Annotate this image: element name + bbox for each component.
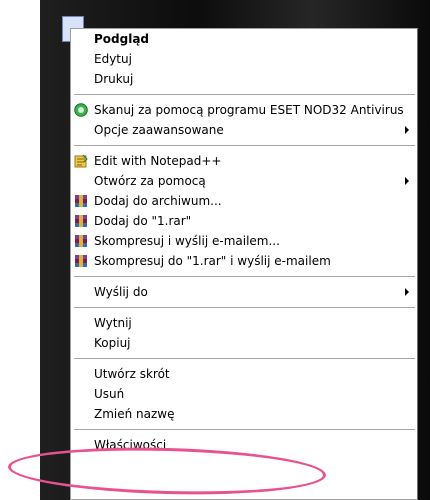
menu-item-label: Dodaj do archiwum... bbox=[94, 194, 222, 208]
menu-item[interactable]: Zmień nazwę bbox=[71, 404, 417, 424]
menu-item[interactable]: Dodaj do "1.rar" bbox=[71, 211, 417, 231]
menu-separator bbox=[74, 145, 415, 146]
menu-item-label: Otwórz za pomocą bbox=[94, 174, 206, 188]
menu-item[interactable]: Usuń bbox=[71, 384, 417, 404]
menu-item-label: Utwórz skrót bbox=[94, 367, 170, 381]
menu-item-label: Drukuj bbox=[94, 72, 134, 86]
menu-separator bbox=[74, 94, 415, 95]
menu-item[interactable]: Utwórz skrót bbox=[71, 364, 417, 384]
menu-item[interactable]: Podgląd bbox=[71, 29, 417, 49]
menu-item-label: Edytuj bbox=[94, 52, 132, 66]
menu-item-label: Kopiuj bbox=[94, 336, 131, 350]
winrar-icon bbox=[74, 194, 88, 208]
menu-item[interactable]: Opcje zaawansowane bbox=[71, 120, 417, 140]
notepad-plus-plus-icon bbox=[74, 154, 88, 168]
menu-separator bbox=[74, 307, 415, 308]
menu-item-label: Wyślij do bbox=[94, 285, 148, 299]
menu-item-label: Skompresuj do "1.rar" i wyślij e-mailem bbox=[94, 254, 331, 268]
menu-item-label: Wytnij bbox=[94, 316, 132, 330]
menu-item[interactable]: Drukuj bbox=[71, 69, 417, 89]
menu-item[interactable]: Wyślij do bbox=[71, 282, 417, 302]
menu-item-label: Skompresuj i wyślij e-mailem... bbox=[94, 234, 280, 248]
menu-separator bbox=[74, 429, 415, 430]
menu-item-label: Skanuj za pomocą programu ESET NOD32 Ant… bbox=[94, 103, 404, 117]
submenu-arrow-icon bbox=[405, 288, 409, 296]
menu-item[interactable]: Wytnij bbox=[71, 313, 417, 333]
menu-item-label: Dodaj do "1.rar" bbox=[94, 214, 192, 228]
menu-item[interactable]: Dodaj do archiwum... bbox=[71, 191, 417, 211]
menu-item-label: Podgląd bbox=[94, 32, 150, 46]
submenu-arrow-icon bbox=[405, 177, 409, 185]
menu-item[interactable]: Otwórz za pomocą bbox=[71, 171, 417, 191]
eset-icon bbox=[74, 103, 88, 117]
menu-item[interactable]: Skompresuj i wyślij e-mailem... bbox=[71, 231, 417, 251]
winrar-icon bbox=[74, 214, 88, 228]
menu-item[interactable]: Skanuj za pomocą programu ESET NOD32 Ant… bbox=[71, 100, 417, 120]
menu-item[interactable]: Edytuj bbox=[71, 49, 417, 69]
menu-item[interactable]: Skompresuj do "1.rar" i wyślij e-mailem bbox=[71, 251, 417, 271]
submenu-arrow-icon bbox=[405, 126, 409, 134]
menu-separator bbox=[74, 276, 415, 277]
menu-item-label: Opcje zaawansowane bbox=[94, 123, 224, 137]
menu-item-label: Usuń bbox=[94, 387, 125, 401]
menu-item-label: Zmień nazwę bbox=[94, 407, 175, 421]
winrar-icon bbox=[74, 234, 88, 248]
menu-separator bbox=[74, 358, 415, 359]
menu-item[interactable]: Kopiuj bbox=[71, 333, 417, 353]
context-menu: Podgląd Edytuj Drukuj Skanuj za pomocą prog… bbox=[70, 28, 418, 500]
winrar-icon bbox=[74, 254, 88, 268]
menu-item[interactable]: Edit with Notepad++ bbox=[71, 151, 417, 171]
menu-item-label: Edit with Notepad++ bbox=[94, 154, 222, 168]
